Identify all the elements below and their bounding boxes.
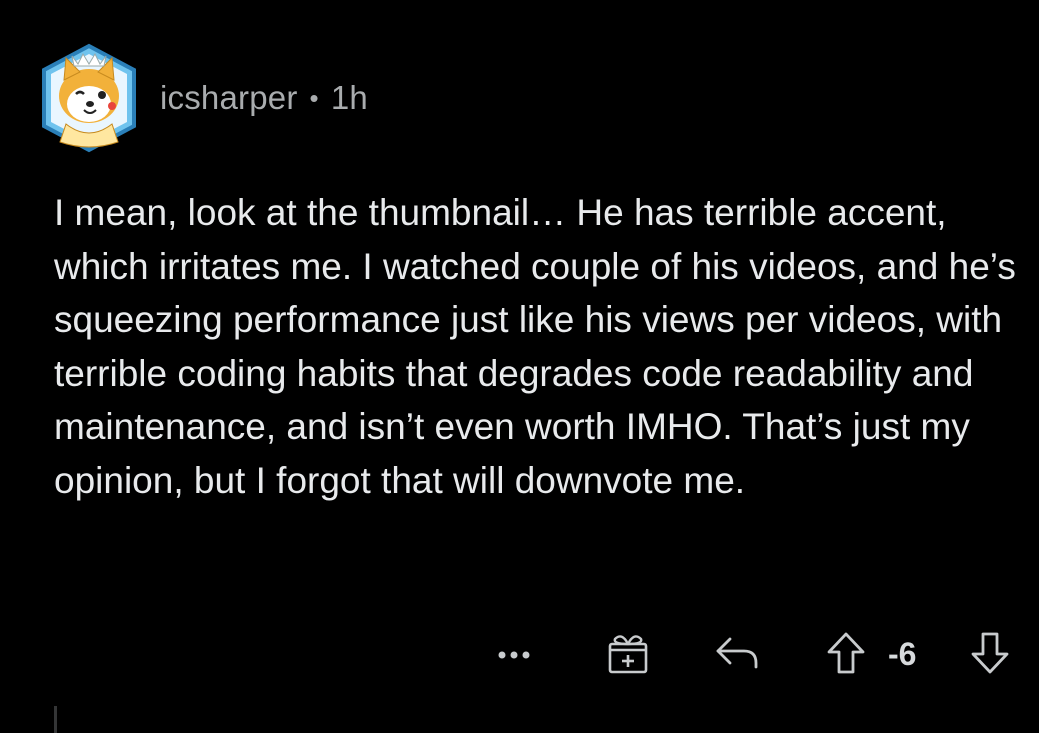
reply-arrow-icon bbox=[716, 637, 758, 669]
timestamp: 1h bbox=[330, 79, 368, 116]
reply-button[interactable] bbox=[708, 630, 768, 676]
upvote-arrow-icon bbox=[827, 632, 865, 674]
meta-separator: • bbox=[309, 82, 319, 113]
shiba-avatar-icon[interactable] bbox=[36, 42, 142, 154]
upvote-button[interactable] bbox=[818, 628, 874, 678]
comment: icsharper • 1h I mean, look at the thumb… bbox=[0, 0, 1039, 733]
vote-score: -6 bbox=[888, 636, 917, 672]
comment-body: I mean, look at the thumbnail… He has te… bbox=[54, 192, 1016, 501]
award-button[interactable] bbox=[600, 628, 656, 678]
more-options-button[interactable] bbox=[484, 640, 544, 670]
comment-header: icsharper • 1h bbox=[36, 42, 368, 154]
comment-actions: -6 bbox=[0, 626, 1039, 686]
downvote-button[interactable] bbox=[962, 628, 1018, 678]
award-gift-icon bbox=[608, 635, 648, 674]
more-dots-icon bbox=[498, 651, 530, 659]
downvote-arrow-icon bbox=[971, 632, 1009, 674]
comment-meta: icsharper • 1h bbox=[160, 79, 368, 117]
thread-line[interactable] bbox=[54, 706, 57, 733]
username[interactable]: icsharper bbox=[160, 79, 298, 117]
